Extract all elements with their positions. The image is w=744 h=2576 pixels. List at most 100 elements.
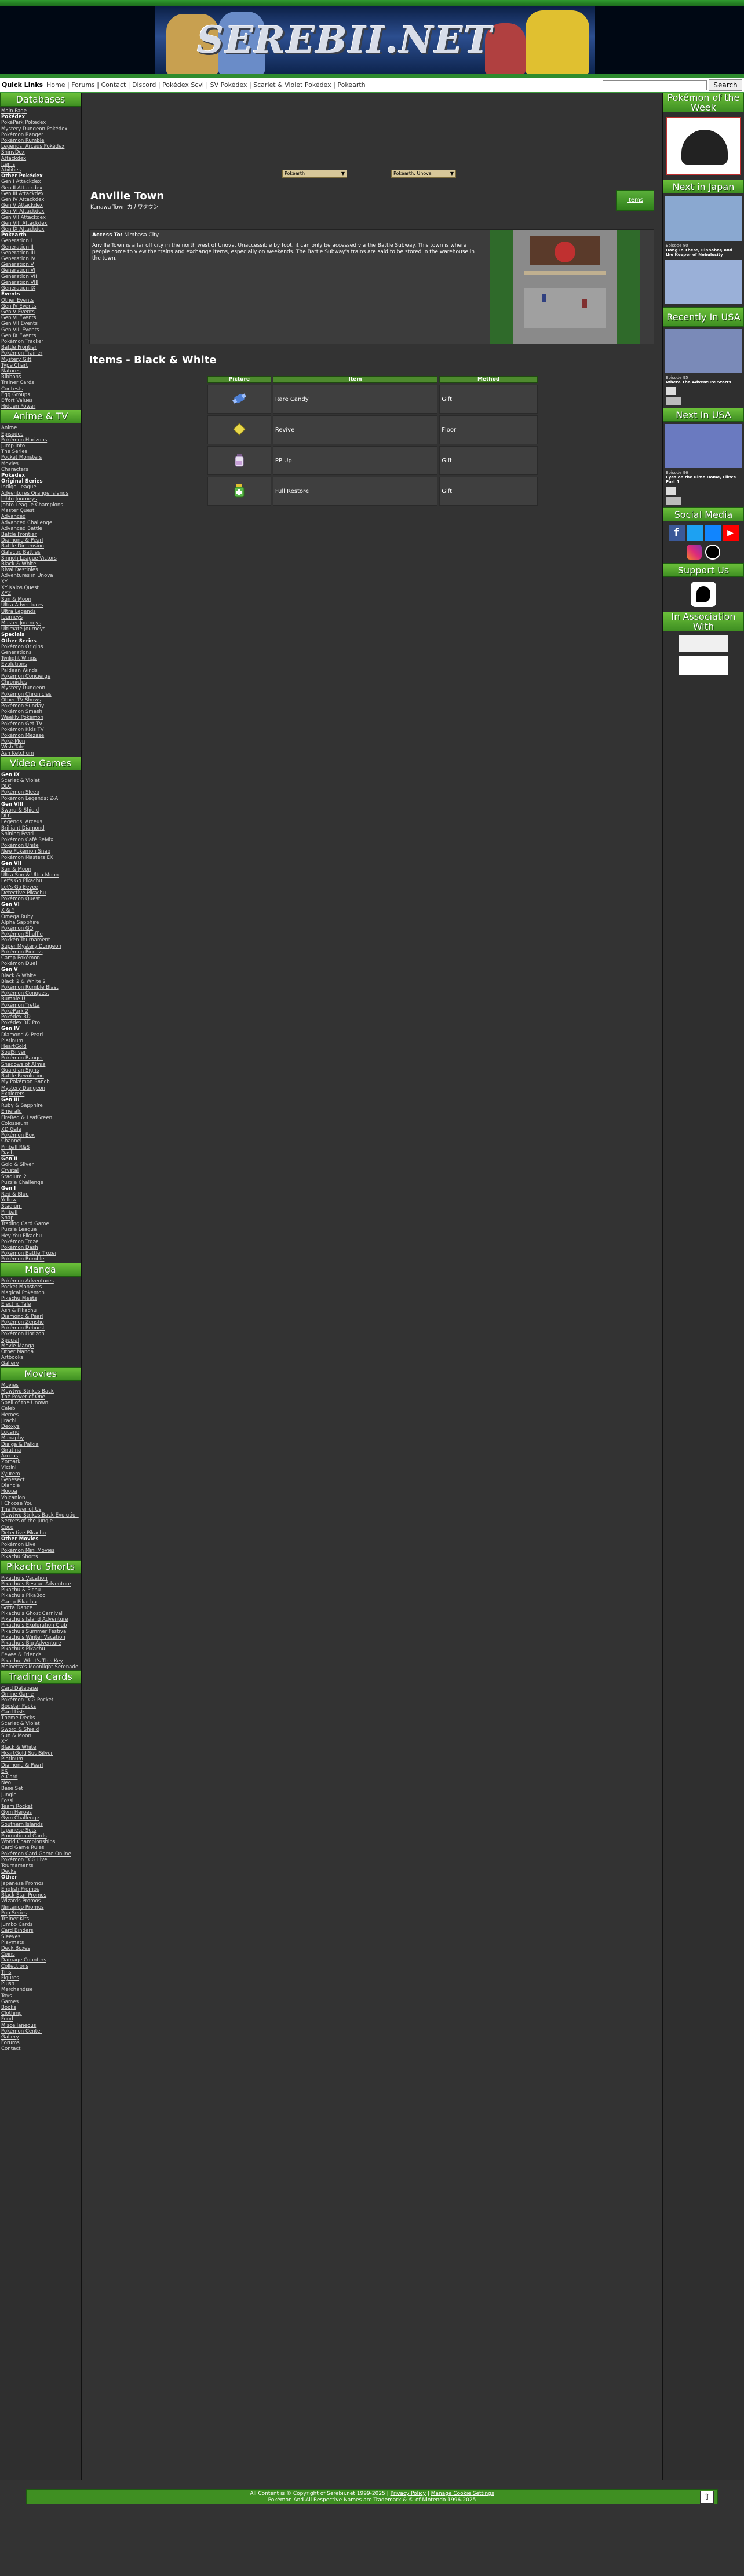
sidebar-item[interactable]: Master Quest xyxy=(1,508,80,514)
sidebar-item[interactable]: Contact xyxy=(1,2046,80,2052)
sidebar-item[interactable]: Camp Pokémon xyxy=(1,955,80,961)
sidebar-item[interactable]: Dash xyxy=(1,1150,80,1156)
sidebar-item[interactable]: Pikachu's Pikachu xyxy=(1,1646,80,1652)
sidebar-item[interactable]: Clothing xyxy=(1,2011,80,2016)
sidebar-item[interactable]: Let's Go Eevee xyxy=(1,885,80,890)
sidebar-item[interactable]: Pikachu's Summer Festival xyxy=(1,1629,80,1635)
sidebar-item[interactable]: Online Game xyxy=(1,1691,80,1697)
sidebar-item[interactable]: Giratina xyxy=(1,1448,80,1453)
sidebar-item[interactable]: Card Database xyxy=(1,1686,80,1691)
sidebar-item[interactable]: Pokémon Tretta xyxy=(1,1003,80,1009)
sidebar-item[interactable]: Pikachu's Island Adventure xyxy=(1,1617,80,1623)
sidebar-item[interactable]: Platinum xyxy=(1,1756,80,1762)
facebook-icon[interactable]: f xyxy=(668,525,685,541)
youtube-icon[interactable]: ▶ xyxy=(722,525,739,541)
sidebar-item[interactable]: Pokémon Trainer xyxy=(1,350,80,356)
sidebar-item[interactable]: Snap xyxy=(1,1215,80,1221)
sidebar-item[interactable]: Pokémon Get TV xyxy=(1,721,80,727)
privacy-link[interactable]: Privacy Policy xyxy=(391,2491,426,2497)
sidebar-item[interactable]: Jungle xyxy=(1,1792,80,1798)
sidebar-item[interactable]: Pokémon Battle Trozei xyxy=(1,1251,80,1256)
sidebar-item[interactable]: Generation IX xyxy=(1,286,80,291)
sidebar-item[interactable]: Hidden Power xyxy=(1,404,80,410)
sidebar-item[interactable]: Pokémon Rumble xyxy=(1,138,80,144)
sidebar-item[interactable]: Plush xyxy=(1,1981,80,1987)
sidebar-item[interactable]: Pokémon Horizons xyxy=(1,437,80,443)
sidebar-item[interactable]: Pikachu Meets xyxy=(1,1296,80,1302)
sidebar-item[interactable]: Pokémon Shuffle xyxy=(1,931,80,937)
sidebar-item[interactable]: Celebi xyxy=(1,1406,80,1412)
quick-link-sv-pokedex-full[interactable]: Scarlet & Violet Pokédex xyxy=(253,81,331,89)
sidebar-item[interactable]: Trainer Kits xyxy=(1,1916,80,1922)
sidebar-item[interactable]: Wizards Promos xyxy=(1,1898,80,1904)
sidebar-item[interactable]: I Choose You xyxy=(1,1501,80,1507)
sidebar-item[interactable]: Ruby & Sapphire xyxy=(1,1103,80,1109)
sidebar-item[interactable]: Collections xyxy=(1,1964,80,1970)
sidebar-item[interactable]: Evolutions xyxy=(1,662,80,667)
sidebar-item[interactable]: Pokémon Ranger xyxy=(1,132,80,138)
sidebar-item[interactable]: Ultra Legends xyxy=(1,609,80,615)
sidebar-item[interactable]: Books xyxy=(1,2005,80,2011)
sidebar-item[interactable]: Pikachu's PikaBoo xyxy=(1,1593,80,1599)
sidebar-item[interactable]: Zoroark xyxy=(1,1459,80,1465)
sidebar-item[interactable]: Dialga & Palkia xyxy=(1,1442,80,1448)
sidebar-item[interactable]: Gen II xyxy=(1,1156,80,1162)
sidebar-item[interactable]: Pocket Monsters xyxy=(1,455,80,461)
sidebar-item[interactable]: Other TV Shows xyxy=(1,697,80,703)
sidebar-item[interactable]: Events xyxy=(1,291,80,297)
sidebar-item[interactable]: My Pokémon Ranch xyxy=(1,1079,80,1085)
sidebar-item[interactable]: Red & Blue xyxy=(1,1192,80,1197)
sidebar-item[interactable]: Gen IV Events xyxy=(1,304,80,309)
sidebar-item[interactable]: Gold & Silver xyxy=(1,1162,80,1168)
sidebar-item[interactable]: Pokémon Unite xyxy=(1,843,80,849)
sidebar-item[interactable]: Tournaments xyxy=(1,1863,80,1869)
sidebar-item[interactable]: Scarlet & Violet xyxy=(1,1721,80,1727)
sidebar-item[interactable]: Arceus xyxy=(1,1453,80,1459)
sidebar-item[interactable]: Ultimate Journeys xyxy=(1,626,80,632)
sidebar-item[interactable]: Johto Journeys xyxy=(1,496,80,502)
sidebar-item[interactable]: Pikachu's Winter Vacation xyxy=(1,1635,80,1640)
sidebar-item[interactable]: Pokémon Rumble xyxy=(1,1256,80,1262)
sidebar-item[interactable]: Stadium 2 xyxy=(1,1174,80,1180)
sidebar-item[interactable]: Trainer Cards xyxy=(1,380,80,386)
sidebar-item[interactable]: Generation III xyxy=(1,250,80,256)
sidebar-item[interactable]: Diamond & Pearl xyxy=(1,1314,80,1320)
sidebar-item[interactable]: Hey You Pikachu xyxy=(1,1233,80,1239)
sidebar-item[interactable]: Pinball xyxy=(1,1210,80,1215)
sidebar-item[interactable]: Pokémon Kids TV xyxy=(1,727,80,733)
sidebar-item[interactable]: Type Chart xyxy=(1,363,80,368)
sidebar-item[interactable]: SoulSilver xyxy=(1,1050,80,1055)
sidebar-item[interactable]: Generation IV xyxy=(1,256,80,262)
sidebar-item[interactable]: Gen I xyxy=(1,1186,80,1192)
sidebar-item[interactable]: Mystery Dungeon Pokédex xyxy=(1,126,80,132)
sidebar-item[interactable]: Advanced Challenge xyxy=(1,520,80,526)
sidebar-item[interactable]: Fossil xyxy=(1,1798,80,1804)
sidebar-item[interactable]: Pokkén Tournament xyxy=(1,937,80,943)
pokearth-select[interactable]: Pokéarth ▼ xyxy=(282,170,347,178)
sidebar-item[interactable]: Adventures Orange Islands xyxy=(1,491,80,496)
sidebar-item[interactable]: Poké-Mon xyxy=(1,739,80,744)
sidebar-item[interactable]: Sword & Shield xyxy=(1,807,80,813)
sidebar-item[interactable]: Detective Pikachu xyxy=(1,1530,80,1536)
sidebar-item[interactable]: ShinyDex xyxy=(1,149,80,155)
sidebar-item[interactable]: Playmats xyxy=(1,1940,80,1946)
sidebar-item[interactable]: Other Events xyxy=(1,298,80,304)
sidebar-item[interactable]: Advanced xyxy=(1,514,80,520)
sidebar-item[interactable]: Gen VIII Attackdex xyxy=(1,221,80,226)
sidebar-item[interactable]: Johto League Champions xyxy=(1,502,80,508)
sidebar-item[interactable]: Gen VII Attackdex xyxy=(1,215,80,221)
sidebar-item[interactable]: Card Lists xyxy=(1,1709,80,1715)
sidebar-item[interactable]: Gen I Attackdex xyxy=(1,179,80,185)
sidebar-item[interactable]: Legends: Arceus Pokédex xyxy=(1,144,80,149)
sidebar-item[interactable]: Gen VI xyxy=(1,902,80,908)
recent-usa-episode-title[interactable]: Where The Adventure Starts xyxy=(666,380,731,385)
sidebar-item[interactable]: Pinball R&S xyxy=(1,1145,80,1150)
sidebar-item[interactable]: Indigo League xyxy=(1,484,80,490)
sidebar-item[interactable]: Gen III xyxy=(1,1097,80,1103)
sidebar-item[interactable]: Sun & Moon xyxy=(1,597,80,602)
sidebar-item[interactable]: Rumble U xyxy=(1,996,80,1002)
sidebar-item[interactable]: Pokémon Legends: Z-A xyxy=(1,796,80,802)
item-name[interactable]: Revive xyxy=(272,415,438,444)
sidebar-item[interactable]: Pokémon Sleep xyxy=(1,790,80,795)
next-usa-image[interactable] xyxy=(665,424,742,468)
